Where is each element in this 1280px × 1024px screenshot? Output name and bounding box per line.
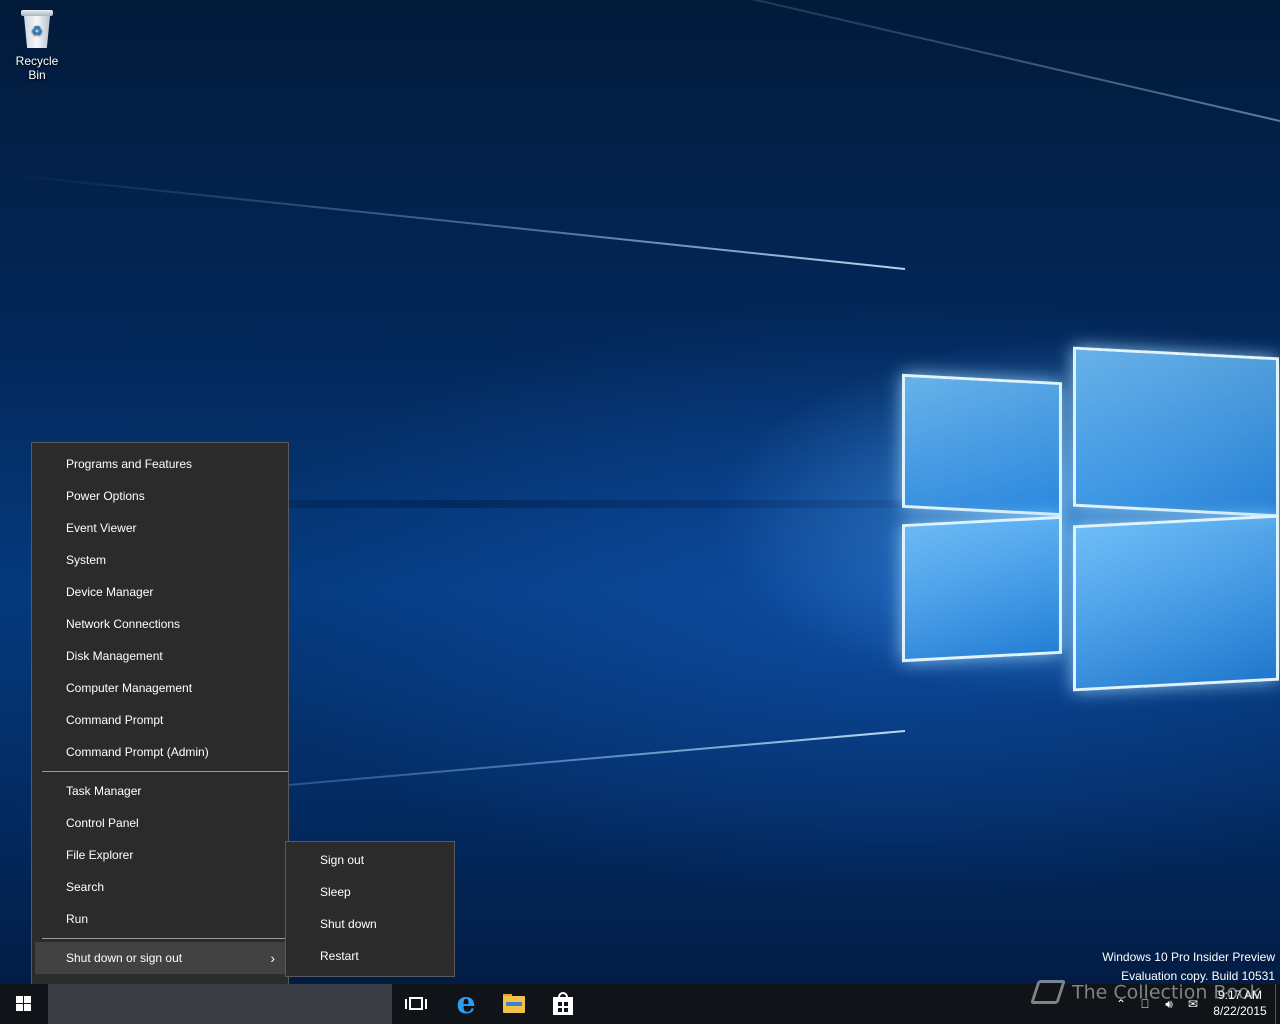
book-icon — [1030, 976, 1066, 1010]
task-view-icon[interactable] — [392, 984, 440, 1024]
menu-item-command-prompt[interactable]: Command Prompt — [35, 704, 285, 736]
menu-separator — [42, 938, 288, 939]
file-explorer-icon[interactable] — [490, 984, 538, 1024]
menu-item-label: Shut down or sign out — [66, 951, 183, 965]
overlay-watermark: The Collection Book — [1030, 976, 1261, 1010]
menu-item-file-explorer[interactable]: File Explorer — [35, 839, 285, 871]
menu-item-programs-and-features[interactable]: Programs and Features — [35, 448, 285, 480]
recycle-bin-icon: ♻ — [20, 10, 54, 50]
menu-item-task-manager[interactable]: Task Manager — [35, 775, 285, 807]
store-icon[interactable] — [539, 984, 587, 1024]
desktop-icon-recycle-bin[interactable]: ♻ Recycle Bin — [6, 8, 68, 82]
overlay-watermark-text: The Collection Book — [1072, 981, 1261, 1004]
menu-item-run[interactable]: Run — [35, 903, 285, 935]
menu-item-computer-management[interactable]: Computer Management — [35, 672, 285, 704]
watermark-edition: Windows 10 Pro Insider Preview — [1102, 950, 1275, 964]
menu-item-shut-down-or-sign-out[interactable]: Shut down or sign out › — [35, 942, 285, 974]
menu-item-system[interactable]: System — [35, 544, 285, 576]
submenu-item-sign-out[interactable]: Sign out — [289, 844, 451, 876]
start-button[interactable] — [0, 984, 48, 1024]
chevron-right-icon: › — [270, 950, 275, 966]
power-user-menu: Programs and Features Power Options Even… — [31, 442, 289, 1009]
submenu-item-shut-down[interactable]: Shut down — [289, 908, 451, 940]
menu-item-search[interactable]: Search — [35, 871, 285, 903]
menu-item-command-prompt-admin[interactable]: Command Prompt (Admin) — [35, 736, 285, 768]
desktop-icon-label: Recycle Bin — [15, 54, 59, 82]
submenu-item-sleep[interactable]: Sleep — [289, 876, 451, 908]
submenu-item-restart[interactable]: Restart — [289, 940, 451, 972]
menu-separator — [42, 771, 288, 772]
menu-item-disk-management[interactable]: Disk Management — [35, 640, 285, 672]
show-desktop-button[interactable] — [1275, 984, 1276, 1024]
menu-item-network-connections[interactable]: Network Connections — [35, 608, 285, 640]
shutdown-submenu: Sign out Sleep Shut down Restart — [285, 841, 455, 977]
menu-item-device-manager[interactable]: Device Manager — [35, 576, 285, 608]
taskbar-search-box[interactable] — [48, 984, 392, 1024]
menu-item-event-viewer[interactable]: Event Viewer — [35, 512, 285, 544]
edge-icon[interactable]: e — [442, 984, 490, 1024]
menu-item-control-panel[interactable]: Control Panel — [35, 807, 285, 839]
menu-item-power-options[interactable]: Power Options — [35, 480, 285, 512]
